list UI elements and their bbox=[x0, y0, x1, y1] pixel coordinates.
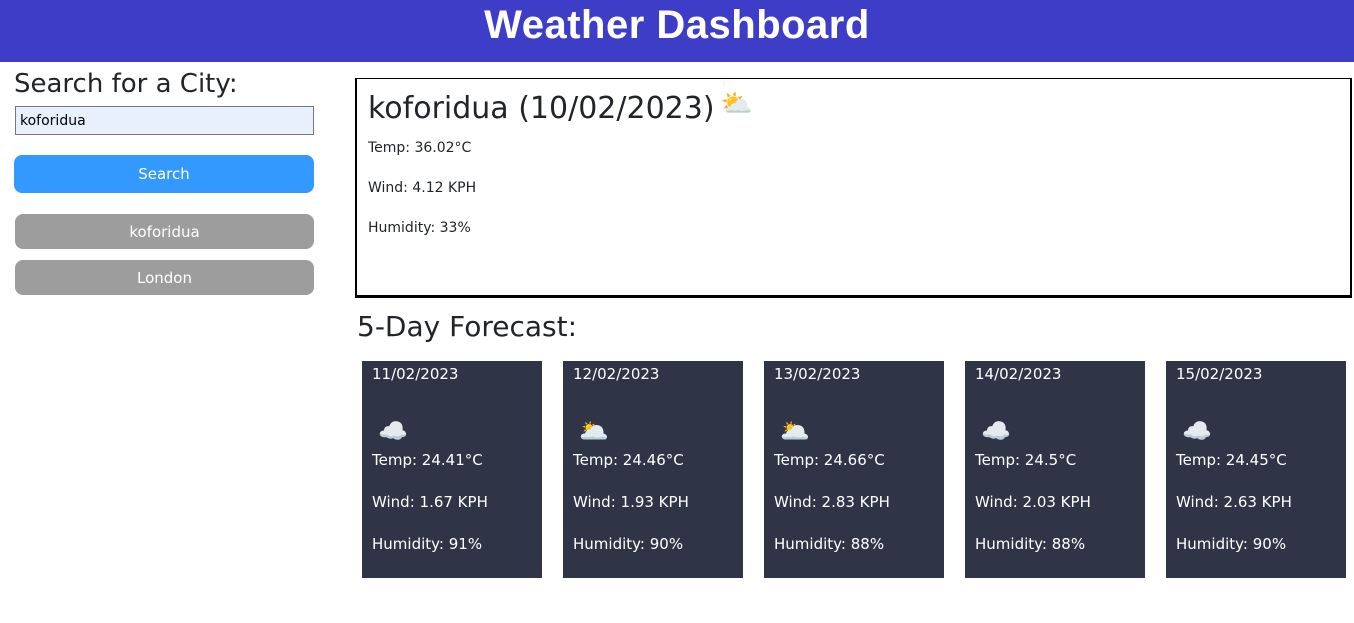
cloud-moon-icon: ☁️ bbox=[981, 417, 1011, 445]
forecast-date: 12/02/2023 bbox=[573, 365, 660, 383]
page-title: Weather Dashboard bbox=[484, 3, 870, 47]
forecast-humidity: Humidity: 88% bbox=[975, 535, 1086, 553]
forecast-card: 13/02/2023 🌥️ Temp: 24.66°C Wind: 2.83 K… bbox=[764, 361, 944, 578]
forecast-temp: Temp: 24.45°C bbox=[1176, 451, 1287, 469]
forecast-humidity: Humidity: 90% bbox=[573, 535, 684, 553]
city-search-input[interactable] bbox=[15, 106, 314, 135]
cloud-sun-icon: ⛅ bbox=[720, 89, 753, 119]
forecast-heading: 5-Day Forecast: bbox=[357, 310, 578, 343]
search-heading: Search for a City: bbox=[14, 69, 238, 99]
cloud-icon: ☁️ bbox=[378, 417, 408, 445]
history-button-koforidua[interactable]: koforidua bbox=[15, 214, 314, 249]
sidebar: Search for a City: Search koforidua Lond… bbox=[14, 62, 314, 295]
current-weather-title: koforidua (10/02/2023) ⛅ bbox=[368, 89, 1350, 129]
forecast-temp: Temp: 24.46°C bbox=[573, 451, 684, 469]
current-city-date: koforidua (10/02/2023) bbox=[368, 91, 715, 126]
forecast-date: 15/02/2023 bbox=[1176, 365, 1263, 383]
forecast-wind: Wind: 2.83 KPH bbox=[774, 493, 890, 511]
forecast-humidity: Humidity: 88% bbox=[774, 535, 885, 553]
forecast-card: 14/02/2023 ☁️ Temp: 24.5°C Wind: 2.03 KP… bbox=[965, 361, 1145, 578]
forecast-date: 14/02/2023 bbox=[975, 365, 1062, 383]
current-humidity: Humidity: 33% bbox=[368, 220, 471, 236]
forecast-date: 13/02/2023 bbox=[774, 365, 861, 383]
forecast-wind: Wind: 2.03 KPH bbox=[975, 493, 1091, 511]
forecast-humidity: Humidity: 90% bbox=[1176, 535, 1287, 553]
app-header: Weather Dashboard bbox=[0, 0, 1354, 62]
forecast-date: 11/02/2023 bbox=[372, 365, 459, 383]
forecast-cards: 11/02/2023 ☁️ Temp: 24.41°C Wind: 1.67 K… bbox=[362, 361, 1346, 578]
forecast-card: 11/02/2023 ☁️ Temp: 24.41°C Wind: 1.67 K… bbox=[362, 361, 542, 578]
current-weather-panel: koforidua (10/02/2023) ⛅ Temp: 36.02°C W… bbox=[355, 78, 1352, 298]
forecast-wind: Wind: 2.63 KPH bbox=[1176, 493, 1292, 511]
cloud-dark-icon: 🌥️ bbox=[579, 417, 609, 445]
forecast-card: 12/02/2023 🌥️ Temp: 24.46°C Wind: 1.93 K… bbox=[563, 361, 743, 578]
forecast-temp: Temp: 24.41°C bbox=[372, 451, 483, 469]
current-temp: Temp: 36.02°C bbox=[368, 140, 472, 156]
forecast-card: 15/02/2023 ☁️ Temp: 24.45°C Wind: 2.63 K… bbox=[1166, 361, 1346, 578]
forecast-temp: Temp: 24.5°C bbox=[975, 451, 1077, 469]
cloud-dark-icon: 🌥️ bbox=[780, 417, 810, 445]
cloud-moon-icon: ☁️ bbox=[1182, 417, 1212, 445]
search-button[interactable]: Search bbox=[14, 155, 314, 193]
history-button-london[interactable]: London bbox=[15, 260, 314, 295]
forecast-wind: Wind: 1.93 KPH bbox=[573, 493, 689, 511]
forecast-wind: Wind: 1.67 KPH bbox=[372, 493, 488, 511]
forecast-temp: Temp: 24.66°C bbox=[774, 451, 885, 469]
current-wind: Wind: 4.12 KPH bbox=[368, 180, 477, 196]
forecast-humidity: Humidity: 91% bbox=[372, 535, 483, 553]
